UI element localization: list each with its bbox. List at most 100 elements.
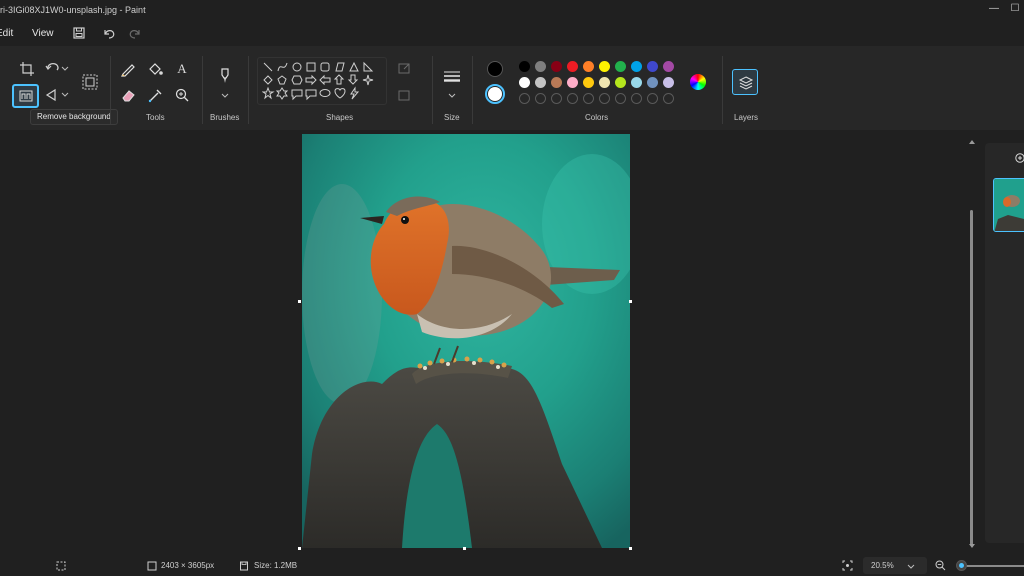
redo-icon[interactable] xyxy=(127,26,143,40)
right-arrow-shape-icon xyxy=(305,74,317,86)
save-icon[interactable] xyxy=(71,26,87,40)
five-point-star-shape-icon xyxy=(262,86,275,100)
crop-icon[interactable] xyxy=(18,60,36,78)
scroll-up-icon[interactable] xyxy=(968,138,976,146)
scroll-down-icon[interactable] xyxy=(968,542,976,550)
edit-colors-icon[interactable] xyxy=(690,74,706,90)
color-swatch[interactable] xyxy=(567,77,578,88)
custom-color-slot[interactable] xyxy=(647,93,658,104)
secondary-color[interactable] xyxy=(485,84,505,104)
resize-handle[interactable] xyxy=(463,547,466,550)
color-swatch[interactable] xyxy=(567,61,578,72)
custom-color-slot[interactable] xyxy=(663,93,674,104)
color-swatch[interactable] xyxy=(599,77,610,88)
undo-icon[interactable] xyxy=(101,26,117,40)
eraser-icon[interactable] xyxy=(119,86,137,104)
shape-outline-icon[interactable] xyxy=(396,60,414,78)
resize-handle[interactable] xyxy=(629,300,632,303)
vertical-scrollbar[interactable] xyxy=(968,138,976,550)
color-swatch[interactable] xyxy=(599,61,610,72)
color-swatch[interactable] xyxy=(519,77,530,88)
resize-handle[interactable] xyxy=(298,547,301,550)
layer-thumbnail[interactable] xyxy=(993,178,1024,232)
color-swatch[interactable] xyxy=(615,77,626,88)
chevron-down-icon[interactable] xyxy=(443,86,461,104)
zoom-slider-thumb[interactable] xyxy=(956,560,967,571)
group-label-brushes: Brushes xyxy=(210,113,240,122)
polygon-shape-icon xyxy=(335,62,345,72)
custom-color-slot[interactable] xyxy=(615,93,626,104)
brush-icon[interactable] xyxy=(215,66,235,86)
custom-color-slot[interactable] xyxy=(631,93,642,104)
line-shape-icon xyxy=(263,62,273,72)
magnifier-icon[interactable] xyxy=(173,86,191,104)
zoom-out-icon[interactable] xyxy=(935,560,946,571)
color-swatch[interactable] xyxy=(663,77,674,88)
curve-shape-icon xyxy=(277,62,288,72)
menu-view[interactable]: View xyxy=(32,28,54,39)
chevron-down-icon[interactable] xyxy=(60,60,70,78)
color-picker-icon[interactable] xyxy=(146,86,164,104)
divider xyxy=(722,56,723,124)
zoom-value: 20.5% xyxy=(871,561,894,570)
custom-color-slot[interactable] xyxy=(599,93,610,104)
custom-color-slot[interactable] xyxy=(535,93,546,104)
primary-color[interactable] xyxy=(487,61,503,77)
layers-icon xyxy=(738,76,754,90)
color-swatch[interactable] xyxy=(583,61,594,72)
text-icon[interactable]: A xyxy=(173,60,191,78)
image-resize-icon[interactable] xyxy=(80,72,100,92)
color-swatch[interactable] xyxy=(647,77,658,88)
custom-color-slot[interactable] xyxy=(551,93,562,104)
triangle-shape-icon xyxy=(349,61,359,72)
resize-handle[interactable] xyxy=(298,300,301,303)
custom-color-slot[interactable] xyxy=(519,93,530,104)
pencil-icon[interactable] xyxy=(119,60,137,78)
fill-bucket-icon[interactable] xyxy=(146,60,164,78)
color-swatch[interactable] xyxy=(535,77,546,88)
color-swatch[interactable] xyxy=(647,61,658,72)
size-icon[interactable] xyxy=(441,68,463,86)
diamond-shape-icon xyxy=(263,75,273,85)
group-label-colors: Colors xyxy=(585,113,609,122)
color-swatch[interactable] xyxy=(631,77,642,88)
fit-to-window-icon[interactable] xyxy=(842,560,853,571)
add-layer-icon[interactable] xyxy=(1015,153,1024,163)
custom-color-slot[interactable] xyxy=(567,93,578,104)
group-label-shapes: Shapes xyxy=(326,113,354,122)
minimize-icon[interactable]: — xyxy=(985,1,1003,17)
window-title: ri-3IGi08XJ1W0-unsplash.jpg - Paint xyxy=(0,5,146,15)
six-point-star-shape-icon xyxy=(275,87,289,100)
color-swatch[interactable] xyxy=(519,61,530,72)
layers-panel xyxy=(985,143,1024,543)
down-arrow-shape-icon xyxy=(347,74,359,85)
color-swatch[interactable] xyxy=(663,61,674,72)
divider xyxy=(110,56,111,124)
robin-photo[interactable] xyxy=(302,134,630,548)
remove-background-button[interactable] xyxy=(12,84,39,108)
color-swatch[interactable] xyxy=(631,61,642,72)
chevron-down-icon xyxy=(907,564,915,569)
image-dimensions: 2403 × 3605px xyxy=(161,561,215,570)
color-swatch[interactable] xyxy=(551,61,562,72)
scrollbar-thumb[interactable] xyxy=(970,210,973,546)
zoom-slider-track[interactable] xyxy=(958,565,1024,567)
layers-button[interactable] xyxy=(732,69,758,95)
menu-edit[interactable]: Edit xyxy=(0,28,13,39)
color-swatch[interactable] xyxy=(535,61,546,72)
color-swatch[interactable] xyxy=(551,77,562,88)
color-swatch[interactable] xyxy=(615,61,626,72)
resize-handle[interactable] xyxy=(629,547,632,550)
group-label-layers: Layers xyxy=(734,113,759,122)
zoom-dropdown[interactable]: 20.5% xyxy=(863,557,927,574)
color-swatch[interactable] xyxy=(583,77,594,88)
custom-color-slot[interactable] xyxy=(583,93,594,104)
remove-background-icon xyxy=(19,90,33,102)
chevron-down-icon[interactable] xyxy=(60,86,70,104)
pentagon-shape-icon xyxy=(277,75,287,85)
maximize-icon[interactable]: ☐ xyxy=(1006,1,1024,17)
rectangle-shape-icon xyxy=(306,62,316,72)
shape-fill-icon[interactable] xyxy=(396,87,414,105)
chevron-down-icon[interactable] xyxy=(216,86,234,104)
four-point-star-shape-icon xyxy=(362,74,374,86)
